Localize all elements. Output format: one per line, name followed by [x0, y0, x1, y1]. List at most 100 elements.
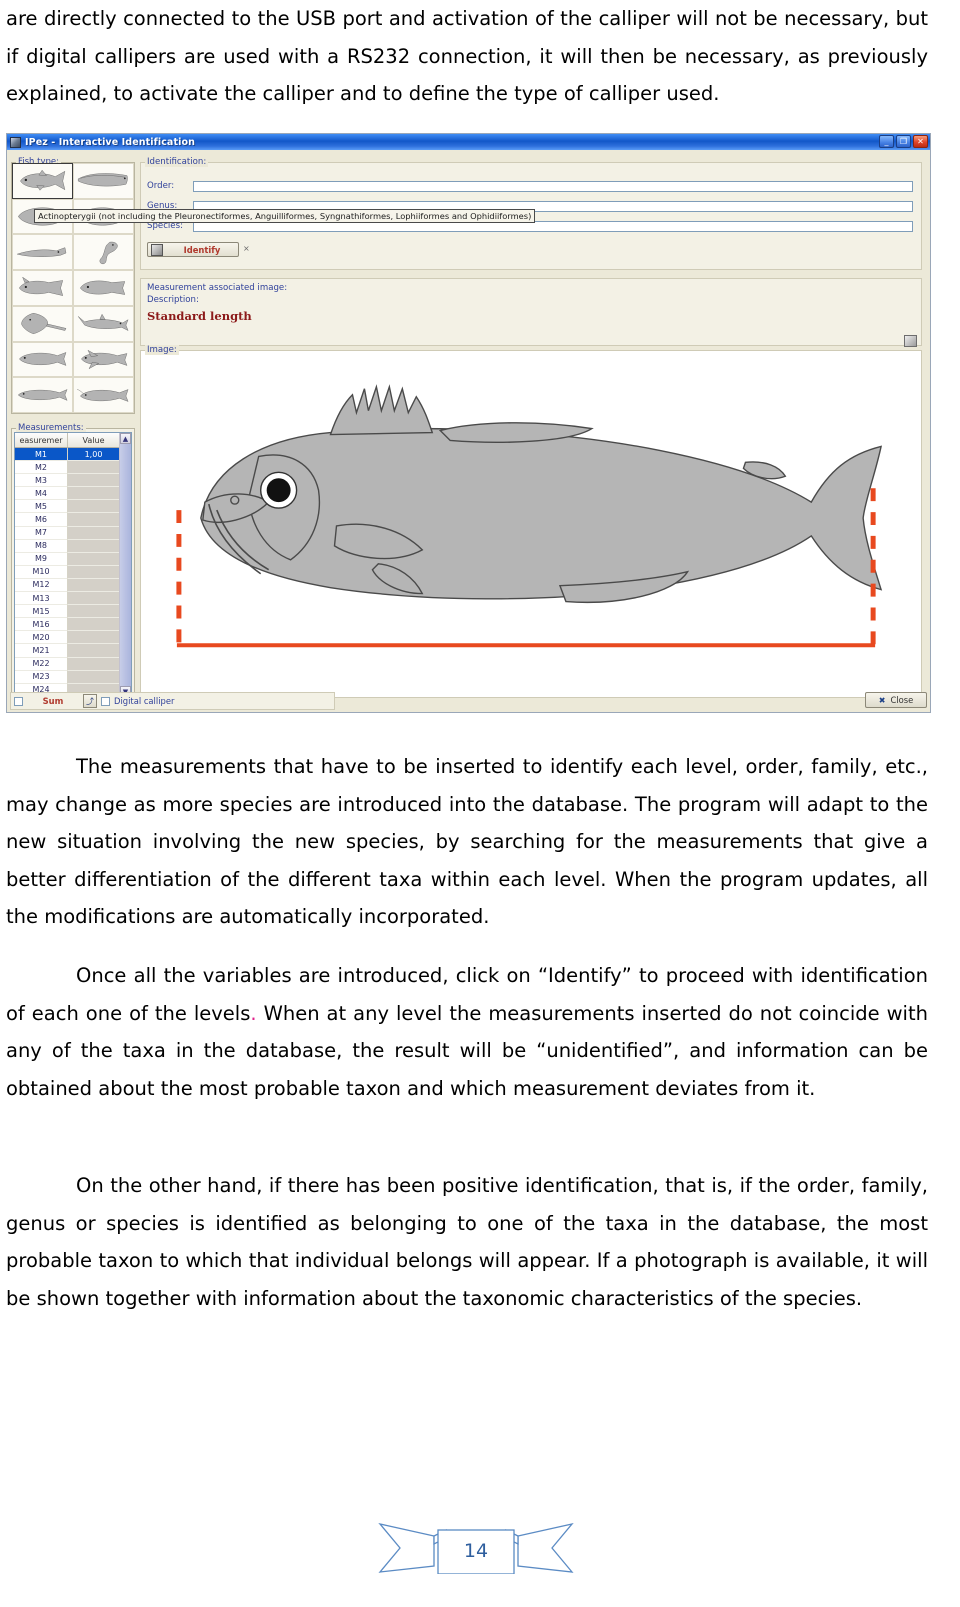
- minimize-button[interactable]: _: [879, 135, 894, 148]
- paragraph-four-text: On the other hand, if there has been pos…: [6, 1174, 928, 1310]
- paragraph-three: Once all the variables are introduced, c…: [6, 957, 928, 1107]
- measurement-name: M12: [15, 578, 68, 593]
- column-header-measurement: easuremer: [15, 433, 68, 447]
- measurement-row[interactable]: M8: [15, 539, 119, 553]
- measurement-value[interactable]: [68, 644, 119, 658]
- measurement-value[interactable]: [68, 592, 119, 606]
- sum-checkbox[interactable]: [14, 696, 23, 706]
- identify-button-label: Identify: [183, 244, 221, 255]
- measurements-grid[interactable]: easuremer Value M1 1,00 M2 M3 M4 M5 M6 M7 M8 M9 M1…: [14, 432, 132, 698]
- measurement-value[interactable]: [68, 526, 119, 540]
- measurement-name: M13: [15, 592, 68, 606]
- measurement-row[interactable]: M12: [15, 578, 119, 593]
- export-icon[interactable]: ⤴: [83, 694, 97, 708]
- measurement-name: M3: [15, 474, 68, 488]
- fish-type-grid: [12, 163, 134, 413]
- measurement-name: M23: [15, 670, 68, 684]
- measurement-value[interactable]: [68, 578, 119, 593]
- measurement-value[interactable]: [68, 500, 119, 514]
- measurements-scrollbar[interactable]: ▲ ▼: [119, 433, 131, 697]
- measurement-value[interactable]: [68, 474, 119, 488]
- page-number-ribbon: 14: [376, 1510, 576, 1575]
- fish-thumb-actinopterygii[interactable]: [12, 163, 73, 199]
- measurement-value[interactable]: [68, 487, 119, 501]
- measurement-value[interactable]: [68, 670, 119, 684]
- measurement-row[interactable]: M16: [15, 618, 119, 632]
- paragraph-two-text: The measurements that have to be inserte…: [6, 755, 928, 928]
- measurement-value[interactable]: [68, 657, 119, 671]
- measurement-row[interactable]: M15: [15, 605, 119, 619]
- fish-thumb-cod[interactable]: [12, 341, 73, 378]
- order-label: Order:: [147, 181, 175, 191]
- paragraph-top: are directly connected to the USB port a…: [6, 0, 928, 113]
- window-controls: _ ❐ ✕: [879, 135, 928, 148]
- measurement-value[interactable]: [68, 513, 119, 527]
- image-panel: Image:: [140, 335, 922, 698]
- digital-calliper-checkbox[interactable]: [101, 696, 110, 706]
- measurements-panel: Measurements: easuremer Value M1 1,00 M2 M3…: [11, 423, 135, 702]
- measurement-value[interactable]: [68, 565, 119, 579]
- paragraph-three-text: Once all the variables are introduced, c…: [6, 957, 928, 1107]
- identify-clear-icon[interactable]: ×: [243, 244, 250, 253]
- measurement-row[interactable]: M22: [15, 657, 119, 671]
- measurement-name: M8: [15, 539, 68, 553]
- fish-thumb-hake[interactable]: [12, 377, 73, 413]
- measurement-value[interactable]: [68, 618, 119, 632]
- scrollbar-thumb[interactable]: [120, 444, 131, 686]
- measurements-header-row: easuremer Value: [15, 433, 119, 448]
- fish-thumb-anglerfish-right[interactable]: [73, 270, 134, 306]
- window-body: Fish type: Actinopterygii (not including…: [7, 150, 930, 712]
- measurement-value[interactable]: [68, 552, 119, 566]
- document-page: are directly connected to the USB port a…: [0, 0, 960, 1607]
- measurement-name: M20: [15, 631, 68, 645]
- measurement-description-panel: Measurement associated image: Descriptio…: [140, 278, 922, 346]
- measurement-value[interactable]: [68, 605, 119, 619]
- fish-thumb-catfish[interactable]: [73, 377, 134, 413]
- image-expand-icon[interactable]: [904, 335, 917, 347]
- measurement-row[interactable]: M20: [15, 631, 119, 645]
- fish-thumb-shark[interactable]: [73, 305, 134, 342]
- identify-icon: [151, 243, 163, 256]
- measurement-row[interactable]: M10: [15, 565, 119, 579]
- measurement-value[interactable]: [68, 461, 119, 475]
- measurement-row[interactable]: M7: [15, 526, 119, 540]
- page-number: 14: [463, 1540, 489, 1562]
- sum-button[interactable]: Sum: [27, 696, 79, 706]
- measurement-row[interactable]: M6: [15, 513, 119, 527]
- identification-label: Identification:: [145, 157, 209, 167]
- measurement-row[interactable]: M1 1,00: [15, 448, 119, 462]
- fish-type-tooltip: Actinopterygii (not including the Pleuro…: [34, 209, 536, 223]
- measurements-table: easuremer Value M1 1,00 M2 M3 M4 M5 M6 M7 M8 M9 M1…: [15, 433, 119, 697]
- measurement-name: M7: [15, 526, 68, 540]
- fish-thumb-seahorse[interactable]: [73, 234, 134, 271]
- description-label: Description:: [147, 295, 199, 305]
- measurement-value[interactable]: [68, 539, 119, 553]
- fish-thumb-anglerfish-left[interactable]: [12, 270, 73, 306]
- maximize-button[interactable]: ❐: [896, 135, 911, 148]
- measurement-row[interactable]: M4: [15, 487, 119, 501]
- fish-thumb-eel[interactable]: [73, 163, 134, 199]
- scroll-up-icon[interactable]: ▲: [120, 433, 131, 444]
- fish-thumb-pipefish[interactable]: [12, 234, 73, 271]
- measurements-row-list: M1 1,00 M2 M3 M4 M5 M6 M7 M8 M9 M10 M12 M13 M15 M16 M20…: [15, 448, 119, 697]
- measurement-row[interactable]: M3: [15, 474, 119, 488]
- window-bottom-bar: Sum ⤴ Digital calliper ✖ Close: [10, 692, 927, 712]
- measurement-row[interactable]: M23: [15, 670, 119, 684]
- application-icon: [10, 136, 21, 148]
- fish-thumb-gurnard[interactable]: [73, 341, 134, 378]
- measurement-row[interactable]: M9: [15, 552, 119, 566]
- measurement-row[interactable]: M13: [15, 592, 119, 606]
- close-button[interactable]: ✖ Close: [865, 692, 927, 708]
- fish-thumb-ray[interactable]: [12, 305, 73, 342]
- ipez-application-window: IPez - Interactive Identification _ ❐ ✕ …: [6, 133, 931, 713]
- measurement-row[interactable]: M2: [15, 461, 119, 475]
- identify-button[interactable]: Identify: [147, 242, 239, 257]
- close-icon: ✖: [878, 695, 886, 705]
- measurement-value[interactable]: [68, 631, 119, 645]
- close-window-button[interactable]: ✕: [913, 135, 928, 148]
- paragraph-top-text: are directly connected to the USB port a…: [6, 7, 928, 105]
- measurement-row[interactable]: M21: [15, 644, 119, 658]
- order-combobox[interactable]: [193, 181, 913, 192]
- measurement-row[interactable]: M5: [15, 500, 119, 514]
- measurement-value[interactable]: 1,00: [68, 448, 119, 462]
